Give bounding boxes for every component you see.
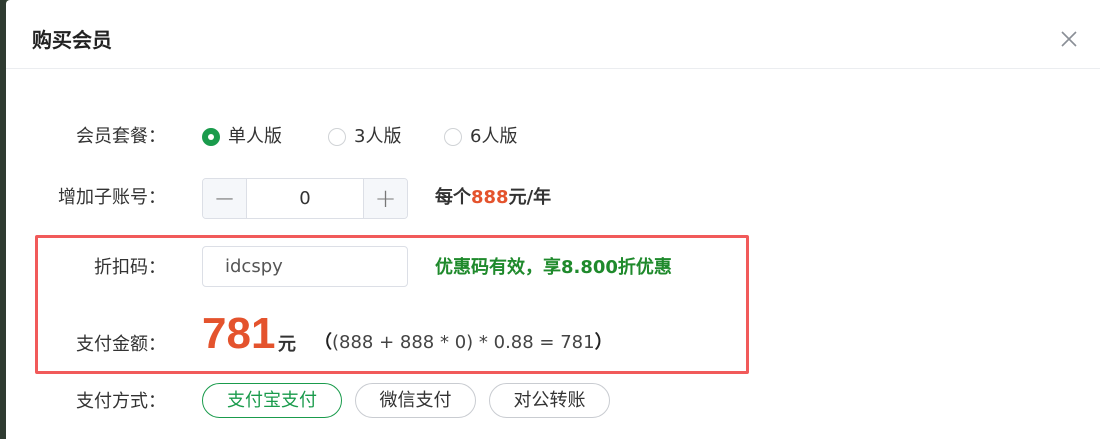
increment-button[interactable]: + bbox=[363, 179, 407, 218]
formula-open-paren: （ bbox=[314, 332, 332, 353]
subaccount-price-note: 每个888元/年 bbox=[435, 186, 551, 210]
discount-code-input[interactable] bbox=[202, 246, 408, 287]
payment-amount-value: 781 bbox=[202, 309, 276, 358]
price-note-value: 888 bbox=[471, 187, 509, 208]
price-note-prefix: 每个 bbox=[435, 187, 471, 208]
radio-unchecked-icon bbox=[444, 128, 462, 146]
bank-transfer-button[interactable]: 对公转账 bbox=[489, 383, 610, 418]
payment-amount-label: 支付金额： bbox=[76, 334, 166, 355]
dialog-header: 购买会员 bbox=[6, 0, 1100, 69]
alipay-button[interactable]: 支付宝支付 bbox=[202, 383, 342, 418]
purchase-membership-dialog: 购买会员 会员套餐： 单人版 3人版 6人版 增加子账号： − 0 + 每个88… bbox=[6, 0, 1100, 439]
close-icon[interactable] bbox=[1060, 30, 1078, 48]
payment-amount-unit: 元 bbox=[278, 334, 296, 355]
membership-plan-label: 会员套餐： bbox=[76, 126, 166, 147]
radio-6-person-plan[interactable]: 6人版 bbox=[444, 125, 517, 149]
subaccount-quantity-value[interactable]: 0 bbox=[247, 179, 363, 218]
wechat-pay-button[interactable]: 微信支付 bbox=[355, 383, 476, 418]
radio-single-plan[interactable]: 单人版 bbox=[202, 125, 282, 149]
subaccount-label: 增加子账号： bbox=[58, 187, 166, 208]
dialog-title: 购买会员 bbox=[32, 28, 112, 52]
subaccount-quantity-stepper: − 0 + bbox=[202, 178, 408, 219]
radio-3-person-plan[interactable]: 3人版 bbox=[328, 125, 401, 149]
radio-label: 3人版 bbox=[354, 126, 402, 147]
radio-label: 单人版 bbox=[228, 126, 282, 147]
decrement-button[interactable]: − bbox=[203, 179, 247, 218]
radio-label: 6人版 bbox=[470, 126, 518, 147]
formula-close-paren: ） bbox=[594, 332, 613, 353]
discount-code-label: 折扣码： bbox=[94, 257, 166, 278]
price-note-suffix: 元/年 bbox=[508, 187, 552, 208]
payment-amount-formula: （(888 + 888 * 0) * 0.88 = 781） bbox=[314, 331, 613, 355]
radio-unchecked-icon bbox=[328, 128, 346, 146]
formula-text: (888 + 888 * 0) * 0.88 = 781 bbox=[332, 332, 595, 353]
discount-valid-message: 优惠码有效，享8.800折优惠 bbox=[435, 257, 672, 278]
payment-method-label: 支付方式： bbox=[76, 391, 166, 412]
radio-checked-icon bbox=[202, 128, 220, 146]
